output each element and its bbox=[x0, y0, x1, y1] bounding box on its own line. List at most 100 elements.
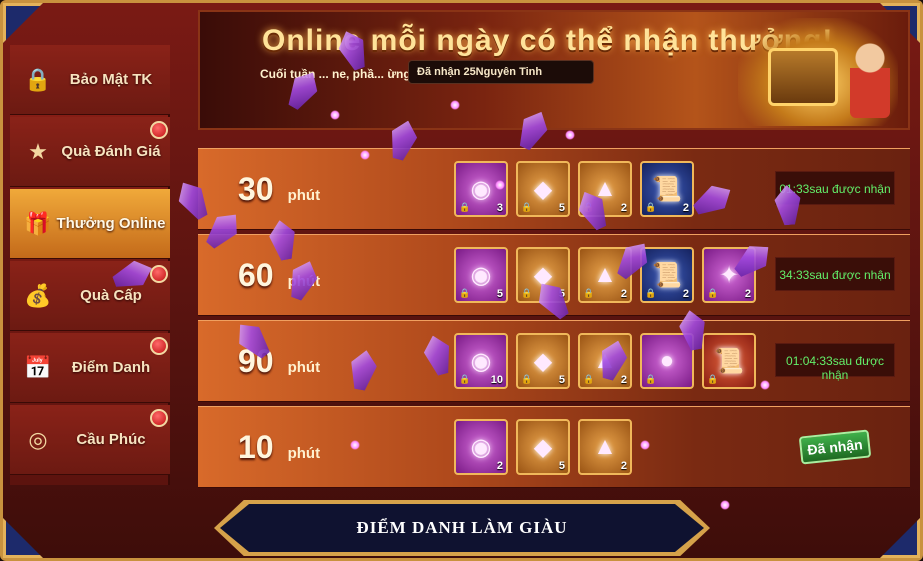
crystal-icon: ◆ bbox=[533, 347, 553, 375]
lock-icon: 🔒 bbox=[583, 374, 595, 384]
lock-icon: 🔒 bbox=[521, 202, 533, 212]
scroll-icon: 📜 bbox=[652, 261, 682, 289]
ingot-icon: ▲ bbox=[593, 433, 617, 460]
corner-ornament bbox=[880, 518, 920, 558]
coin-icon: ● bbox=[659, 347, 675, 374]
sparkle bbox=[330, 110, 340, 120]
sparkle bbox=[565, 130, 575, 140]
swirl-icon: ◎ bbox=[28, 426, 48, 452]
sparkle bbox=[760, 380, 770, 390]
sidebar-item-label: Điểm Danh bbox=[71, 359, 151, 376]
sparkle bbox=[720, 500, 730, 510]
sidebar: 🔒 Bảo Mật TK ★ Quà Đánh Giá 🎁 Thưởng Onl… bbox=[10, 45, 170, 485]
lock-icon: 🔒 bbox=[645, 202, 657, 212]
item-count: 2 bbox=[744, 288, 751, 300]
item-count: 5 bbox=[496, 288, 503, 300]
claim-timer: 34:33sau được nhận bbox=[775, 257, 895, 291]
sparkle bbox=[360, 150, 370, 160]
item-count: 5 bbox=[558, 460, 565, 472]
lock-icon: 🔒 bbox=[707, 288, 719, 298]
notification-dot bbox=[150, 121, 168, 139]
reward-item-scroll[interactable]: 📜 🔒 2 bbox=[640, 161, 694, 217]
gift-clock-icon: 🎁 bbox=[24, 210, 52, 236]
sidebar-item-rating-gift[interactable]: ★ Quà Đánh Giá bbox=[10, 117, 170, 187]
reward-item-treasure-coin[interactable]: ● 🔒 bbox=[640, 333, 694, 389]
row-time: 10 phút bbox=[238, 429, 348, 469]
row-time: 30 phút bbox=[238, 171, 348, 211]
star-icon: ★ bbox=[28, 138, 48, 164]
reward-item-scroll[interactable]: 📜 🔒 2 bbox=[640, 247, 694, 303]
lock-icon: 🔒 bbox=[24, 66, 52, 92]
footer-label: ĐIỂM DANH LÀM GIÀU bbox=[356, 518, 568, 537]
lock-icon: 🔒 bbox=[459, 288, 471, 298]
character-art bbox=[850, 38, 890, 118]
reward-item-crystal[interactable]: ◆ 5 bbox=[516, 419, 570, 475]
reward-row: 10 phút ◉ 2 ◆ 5 ▲ 2 Đã nhận bbox=[198, 406, 910, 488]
row-minutes: 30 bbox=[238, 171, 274, 207]
item-count: 2 bbox=[620, 288, 627, 300]
row-unit: phút bbox=[287, 445, 321, 462]
orb-icon: ◉ bbox=[470, 433, 492, 461]
sparkle bbox=[450, 100, 460, 110]
orb-icon: ◉ bbox=[470, 175, 492, 203]
orb-icon: ◉ bbox=[470, 347, 492, 375]
scroll-icon: 📜 bbox=[714, 347, 744, 375]
notification-dot bbox=[150, 409, 168, 427]
notification-dot bbox=[150, 265, 168, 283]
row-minutes: 60 bbox=[238, 257, 274, 293]
reward-item-crystal[interactable]: ◆ 🔒 5 bbox=[516, 333, 570, 389]
lock-icon: 🔒 bbox=[707, 374, 719, 384]
reward-item-ancient-scroll[interactable]: 📜 🔒 bbox=[702, 333, 756, 389]
claimed-stamp: Đã nhận bbox=[798, 429, 872, 465]
sidebar-item-check-in[interactable]: 📅 Điểm Danh bbox=[10, 333, 170, 403]
row-unit: phút bbox=[287, 359, 321, 376]
reward-row: 30 phút ◉ 🔒 3 ◆ 🔒 5 ▲ 🔒 2 📜 🔒 2 01:33sau… bbox=[198, 148, 910, 230]
notification-dot bbox=[150, 337, 168, 355]
reward-item-purple-orb[interactable]: ◉ 🔒 10 bbox=[454, 333, 508, 389]
gem-icon: ✦ bbox=[718, 261, 740, 289]
sparkle bbox=[640, 440, 650, 450]
lock-icon: 🔒 bbox=[645, 374, 657, 384]
reward-item-crystal[interactable]: ◆ 🔒 5 bbox=[516, 161, 570, 217]
row-minutes: 10 bbox=[238, 429, 274, 465]
lock-icon: 🔒 bbox=[459, 202, 471, 212]
reward-item-gold-ingot[interactable]: ▲ 2 bbox=[578, 419, 632, 475]
sidebar-item-account-security[interactable]: 🔒 Bảo Mật TK bbox=[10, 45, 170, 115]
banner-subtitle: Cuối tuần ... ne, phầ... ừng bbox=[260, 67, 411, 81]
crystal-icon: ◆ bbox=[533, 433, 553, 461]
item-count: 5 bbox=[558, 374, 565, 386]
corner-ornament bbox=[3, 3, 43, 43]
reward-item-purple-orb[interactable]: ◉ 🔒 5 bbox=[454, 247, 508, 303]
sidebar-item-label: Cầu Phúc bbox=[76, 431, 146, 448]
item-count: 2 bbox=[620, 374, 627, 386]
item-count: 2 bbox=[682, 202, 689, 214]
banner-status: Đã nhận 25Nguyên Tinh bbox=[408, 60, 594, 84]
sparkle bbox=[350, 440, 360, 450]
lock-icon: 🔒 bbox=[521, 288, 533, 298]
sparkle bbox=[495, 180, 505, 190]
item-count: 2 bbox=[620, 202, 627, 214]
item-count: 2 bbox=[496, 460, 503, 472]
corner-ornament bbox=[3, 518, 43, 558]
item-count: 5 bbox=[558, 202, 565, 214]
calendar-icon: 📅 bbox=[24, 354, 52, 380]
sidebar-item-label: Quà Cấp bbox=[80, 287, 142, 304]
item-count: 3 bbox=[496, 202, 503, 214]
lock-icon: 🔒 bbox=[521, 374, 533, 384]
footer-plate: ĐIỂM DANH LÀM GIÀU bbox=[220, 504, 704, 552]
item-count: 2 bbox=[620, 460, 627, 472]
sidebar-item-blessing[interactable]: ◎ Cầu Phúc bbox=[10, 405, 170, 475]
sidebar-item-label: Quà Đánh Giá bbox=[61, 143, 161, 160]
reward-item-purple-orb[interactable]: ◉ 2 bbox=[454, 419, 508, 475]
lock-icon: 🔒 bbox=[459, 374, 471, 384]
crystal-icon: ◆ bbox=[533, 175, 553, 203]
item-count: 10 bbox=[490, 374, 503, 386]
event-banner: Online mỗi ngày có thể nhận thưởng! Cuối… bbox=[198, 10, 910, 130]
treasure-chest-art bbox=[738, 18, 898, 126]
sidebar-item-online-reward[interactable]: 🎁 Thưởng Online bbox=[10, 189, 170, 259]
sidebar-item-label: Bảo Mật TK bbox=[69, 71, 153, 88]
ingot-icon: ▲ bbox=[593, 261, 617, 288]
lock-icon: 🔒 bbox=[583, 288, 595, 298]
lock-icon: 🔒 bbox=[645, 288, 657, 298]
reward-row: 90 phút ◉ 🔒 10 ◆ 🔒 5 ▲ 🔒 2 ● 🔒 📜 🔒 01:04… bbox=[198, 320, 910, 402]
